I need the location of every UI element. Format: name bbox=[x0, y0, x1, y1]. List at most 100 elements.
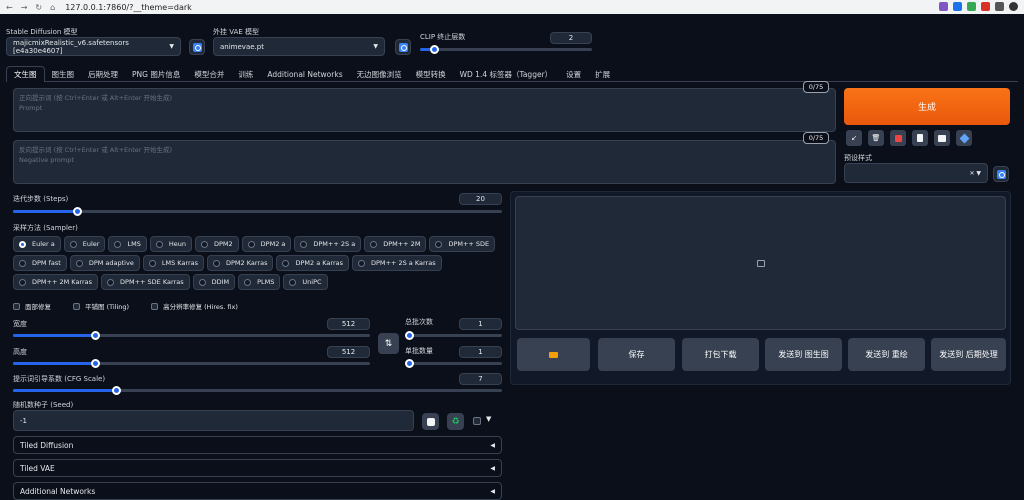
sampler-option[interactable]: DPM++ 2S a bbox=[294, 236, 362, 252]
tab-merge[interactable]: 模型合并 bbox=[187, 66, 231, 82]
sampler-option[interactable]: DPM2 a Karras bbox=[276, 255, 349, 271]
cfg-input[interactable]: 7 bbox=[459, 373, 502, 385]
sampler-option[interactable]: DPM adaptive bbox=[69, 255, 140, 271]
batch-size-slider-handle[interactable] bbox=[405, 359, 414, 368]
sampler-option[interactable]: Euler a bbox=[13, 236, 61, 252]
height-slider-handle[interactable] bbox=[91, 359, 100, 368]
refresh-models-button[interactable] bbox=[189, 39, 205, 55]
batch-count-label: 总批次数 bbox=[405, 318, 433, 326]
avatar[interactable] bbox=[1009, 2, 1018, 11]
prompt-textarea[interactable]: 正向提示词 (按 Ctrl+Enter 或 Alt+Enter 开始生成) Pr… bbox=[13, 88, 836, 132]
negative-prompt-textarea[interactable]: 反向提示词 (按 Ctrl+Enter 或 Alt+Enter 开始生成) Ne… bbox=[13, 140, 836, 184]
extension-icon[interactable] bbox=[995, 2, 1004, 11]
clip-slider-track[interactable] bbox=[420, 48, 592, 51]
width-input[interactable]: 512 bbox=[327, 318, 370, 330]
accordion-tiled-diffusion[interactable]: Tiled Diffusion ◀ bbox=[13, 436, 502, 454]
address-bar[interactable]: 127.0.0.1:7860/?__theme=dark bbox=[65, 3, 192, 12]
batch-count-slider-track[interactable] bbox=[405, 334, 502, 337]
interrogate-button[interactable] bbox=[956, 130, 972, 146]
save-style-button[interactable] bbox=[934, 130, 950, 146]
generate-button[interactable]: 生成 bbox=[844, 88, 1010, 125]
send-to-inpaint-button[interactable]: 发送到 重绘 bbox=[848, 338, 925, 371]
sampler-option[interactable]: DPM2 a bbox=[241, 236, 292, 252]
save-button[interactable]: 保存 bbox=[598, 338, 675, 371]
sampler-option[interactable]: DDIM bbox=[192, 274, 236, 290]
extra-seed-toggle-icon[interactable]: ▼ bbox=[486, 415, 491, 423]
batch-size-input[interactable]: 1 bbox=[459, 346, 502, 358]
tab-additional-networks[interactable]: Additional Networks bbox=[260, 66, 349, 82]
sd-model-dropdown[interactable]: majicmixRealistic_v6.safetensors [e4a30e… bbox=[6, 37, 181, 56]
height-input[interactable]: 512 bbox=[327, 346, 370, 358]
tab-model-convert[interactable]: 模型转换 bbox=[409, 66, 453, 82]
batch-count-input[interactable]: 1 bbox=[459, 318, 502, 330]
extension-icon[interactable] bbox=[981, 2, 990, 11]
random-seed-button[interactable] bbox=[422, 413, 439, 430]
sampler-option-label: DPM++ 2M bbox=[383, 240, 421, 248]
sampler-option[interactable]: Euler bbox=[63, 236, 106, 252]
tiling-checkbox[interactable]: 平铺图 (Tiling) bbox=[73, 301, 129, 311]
open-folder-button[interactable] bbox=[517, 338, 590, 371]
send-to-extras-button[interactable]: 发送到 后期处理 bbox=[931, 338, 1006, 371]
sampler-option[interactable]: LMS bbox=[108, 236, 147, 252]
sampler-option[interactable]: LMS Karras bbox=[142, 255, 204, 271]
steps-input[interactable]: 20 bbox=[459, 193, 502, 205]
vae-dropdown[interactable]: animevae.pt ▼ bbox=[213, 37, 385, 56]
styles-dropdown[interactable]: ✕ ▼ bbox=[844, 163, 988, 183]
refresh-styles-button[interactable] bbox=[993, 166, 1009, 182]
hires-fix-checkbox[interactable]: 高分辨率修复 (Hires. fix) bbox=[151, 301, 238, 311]
home-icon[interactable]: ⌂ bbox=[50, 3, 55, 12]
reload-icon[interactable]: ↻ bbox=[35, 3, 42, 12]
back-icon[interactable]: ← bbox=[6, 3, 13, 12]
sampler-option[interactable]: DPM2 Karras bbox=[207, 255, 274, 271]
tab-txt2img[interactable]: 文生图 bbox=[6, 66, 45, 82]
width-slider-fill bbox=[13, 334, 96, 337]
tab-extensions[interactable]: 扩展 bbox=[588, 66, 617, 82]
batch-count-slider-handle[interactable] bbox=[405, 331, 414, 340]
paste-params-button[interactable]: ↙ bbox=[846, 130, 862, 146]
batch-size-slider-track[interactable] bbox=[405, 362, 502, 365]
sampler-option[interactable]: Heun bbox=[149, 236, 192, 252]
image-placeholder-icon bbox=[756, 259, 765, 267]
extra-networks-button[interactable] bbox=[890, 130, 906, 146]
tab-extras[interactable]: 后期处理 bbox=[81, 66, 125, 82]
steps-slider-track[interactable] bbox=[13, 210, 502, 213]
extension-icon[interactable] bbox=[967, 2, 976, 11]
forward-icon[interactable]: → bbox=[21, 3, 28, 12]
sampler-option[interactable]: DPM++ 2M bbox=[364, 236, 427, 252]
tab-png-info[interactable]: PNG 图片信息 bbox=[125, 66, 187, 82]
steps-slider-handle[interactable] bbox=[73, 207, 82, 216]
tab-image-browser[interactable]: 无边图像浏览 bbox=[350, 66, 409, 82]
clear-prompt-button[interactable]: 🗑 bbox=[868, 130, 884, 146]
tab-train[interactable]: 训练 bbox=[231, 66, 260, 82]
send-to-img2img-button[interactable]: 发送到 图生图 bbox=[765, 338, 842, 371]
clip-slider-handle[interactable] bbox=[430, 45, 439, 54]
accordion-tiled-vae[interactable]: Tiled VAE ◀ bbox=[13, 459, 502, 477]
sampler-option[interactable]: DPM++ SDE Karras bbox=[101, 274, 190, 290]
face-restore-checkbox[interactable]: 面部修复 bbox=[13, 301, 51, 311]
seed-input[interactable]: -1 bbox=[13, 410, 414, 431]
tab-img2img[interactable]: 图生图 bbox=[45, 66, 82, 82]
extra-seed-checkbox[interactable] bbox=[473, 417, 481, 425]
sampler-option[interactable]: UniPC bbox=[283, 274, 328, 290]
sampler-option[interactable]: DPM++ 2S a Karras bbox=[351, 255, 442, 271]
clip-value-input[interactable]: 2 bbox=[550, 32, 592, 44]
swap-dimensions-button[interactable]: ⇅ bbox=[378, 333, 399, 354]
width-slider-handle[interactable] bbox=[91, 331, 100, 340]
extension-icon[interactable] bbox=[939, 2, 948, 11]
reuse-seed-button[interactable]: ♻ bbox=[447, 413, 464, 430]
cfg-label: 提示词引导系数 (CFG Scale) bbox=[13, 375, 106, 383]
sampler-option[interactable]: DPM fast bbox=[13, 255, 67, 271]
sampler-option[interactable]: PLMS bbox=[238, 274, 281, 290]
sampler-option[interactable]: DPM2 bbox=[194, 236, 239, 252]
tab-settings[interactable]: 设置 bbox=[559, 66, 588, 82]
apply-style-button[interactable] bbox=[912, 130, 928, 146]
output-gallery[interactable] bbox=[515, 196, 1006, 330]
accordion-additional-networks[interactable]: Additional Networks ◀ bbox=[13, 482, 502, 500]
refresh-vae-button[interactable] bbox=[395, 39, 411, 55]
cfg-slider-handle[interactable] bbox=[112, 386, 121, 395]
tab-tagger[interactable]: WD 1.4 标签器（Tagger） bbox=[453, 66, 560, 82]
sampler-option[interactable]: DPM++ SDE bbox=[429, 236, 496, 252]
zip-download-button[interactable]: 打包下载 bbox=[682, 338, 759, 371]
sampler-option[interactable]: DPM++ 2M Karras bbox=[13, 274, 99, 290]
extension-icon[interactable] bbox=[953, 2, 962, 11]
